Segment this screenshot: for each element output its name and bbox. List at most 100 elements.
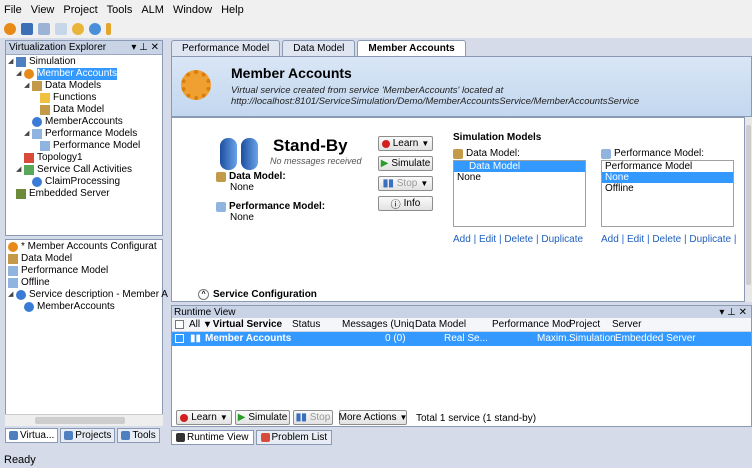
learn-button[interactable]: Learn ▼ xyxy=(378,136,433,151)
tab-performance-model[interactable]: Performance Model xyxy=(171,40,281,56)
config-item[interactable]: * Member Accounts Configurat xyxy=(21,241,157,253)
tree-performance-models[interactable]: Performance Models xyxy=(45,128,137,140)
simulate-label: Simulate xyxy=(391,158,431,169)
data-model-icon xyxy=(216,171,226,182)
tree-data-model[interactable]: Data Model xyxy=(53,104,104,116)
pane-controls[interactable]: ▾ ⊥ ✕ xyxy=(719,307,747,318)
menu-project[interactable]: Project xyxy=(63,4,97,16)
runtime-simulate-button[interactable]: ▶ Simulate xyxy=(235,410,290,425)
config-item[interactable]: Performance Model xyxy=(21,265,108,277)
status-text: Ready xyxy=(4,454,36,466)
simulate-button[interactable]: ▶ Simulate xyxy=(378,156,433,171)
list-item[interactable]: None xyxy=(602,172,733,183)
tab-tools[interactable]: Tools xyxy=(117,428,160,443)
list-item[interactable]: None xyxy=(454,172,585,183)
tree-embedded-server[interactable]: Embedded Server xyxy=(29,188,110,200)
vertical-scrollbar[interactable] xyxy=(745,117,752,302)
topology-icon xyxy=(24,153,34,163)
menu-tools[interactable]: Tools xyxy=(107,4,133,16)
menu-alm[interactable]: ALM xyxy=(141,4,164,16)
chevron-down-icon: ▼ xyxy=(421,139,430,148)
tree-member-accounts[interactable]: Member Accounts xyxy=(37,68,118,80)
stop-label: Stop xyxy=(309,412,331,423)
tab-runtime-view[interactable]: Runtime View xyxy=(171,430,254,445)
tree-simulation[interactable]: Simulation xyxy=(29,56,76,68)
config-item[interactable]: Data Model xyxy=(21,253,72,265)
gear-icon[interactable] xyxy=(4,22,16,35)
col-project[interactable]: Project xyxy=(569,319,600,330)
tab-problem-list[interactable]: Problem List xyxy=(255,430,333,445)
runtime-view: Runtime View ▾ ⊥ ✕ All ▾ Virtual Service … xyxy=(171,305,752,427)
runtime-learn-button[interactable]: Learn ▼ xyxy=(176,410,232,425)
more-actions-button[interactable]: More Actions ▼ xyxy=(339,410,407,425)
info-button[interactable]: ⓘ Info xyxy=(378,196,433,211)
save-all-icon[interactable] xyxy=(55,22,67,35)
data-model-icon xyxy=(32,81,42,91)
list-item[interactable]: Performance Model xyxy=(602,161,733,172)
config-item[interactable]: MemberAccounts xyxy=(37,301,115,313)
menu-file[interactable]: File xyxy=(4,4,22,16)
tab-virtualization[interactable]: Virtua... xyxy=(5,428,59,443)
tree-data-models[interactable]: Data Models xyxy=(45,80,101,92)
menu-bar: File View Project Tools ALM Window Help xyxy=(0,0,752,19)
performance-model-list[interactable]: Performance Model None Offline xyxy=(601,160,734,227)
config-item[interactable]: Offline xyxy=(21,277,50,289)
col-data-model[interactable]: Data Model xyxy=(415,319,466,330)
runtime-stop-button[interactable]: ▮▮ Stop xyxy=(293,410,333,425)
table-row[interactable]: ▮▮ Member Accounts 0 (0) Real Se... Maxi… xyxy=(172,332,751,346)
tree-claimprocessing[interactable]: ClaimProcessing xyxy=(45,176,120,188)
pause-icon: ▮▮ xyxy=(295,412,307,423)
tab-label: Problem List xyxy=(271,432,328,443)
service-content: Stand-By No messages received Data Model… xyxy=(171,117,745,302)
save-icon[interactable] xyxy=(38,22,50,35)
folder-icon xyxy=(16,57,26,67)
tree-service-call-activities[interactable]: Service Call Activities xyxy=(37,164,132,176)
learn-label: Learn xyxy=(392,138,419,149)
new-icon[interactable] xyxy=(21,22,33,35)
col-status[interactable]: Status xyxy=(292,319,320,330)
tab-member-accounts[interactable]: Member Accounts xyxy=(357,40,466,56)
configuration-tree: * Member Accounts Configurat Data Model … xyxy=(5,239,168,426)
deploy-icon[interactable] xyxy=(89,22,101,35)
list-item[interactable]: Offline xyxy=(602,183,733,194)
row-checkbox[interactable] xyxy=(175,334,184,343)
pane-controls[interactable]: ▾ ⊥ ✕ xyxy=(131,42,159,53)
refresh-icon[interactable] xyxy=(72,22,84,35)
select-all-checkbox[interactable] xyxy=(175,320,184,329)
tree-performance-model[interactable]: Performance Model xyxy=(53,140,140,152)
service-configuration-toggle[interactable]: ^ Service Configuration xyxy=(198,289,317,300)
performance-model-label: Performance Model: xyxy=(229,201,326,212)
tab-label: Runtime View xyxy=(187,432,249,443)
bulb-icon[interactable] xyxy=(106,22,111,35)
horizontal-scrollbar[interactable] xyxy=(5,414,163,426)
tree-functions[interactable]: Functions xyxy=(53,92,96,104)
menu-help[interactable]: Help xyxy=(221,4,244,16)
menu-view[interactable]: View xyxy=(31,4,55,16)
data-model-value: None xyxy=(230,182,254,193)
data-model-actions[interactable]: Add | Edit | Delete | Duplicate xyxy=(453,234,583,245)
col-performance-model[interactable]: Performance Mod xyxy=(492,319,571,330)
data-model-list[interactable]: Data Model None xyxy=(453,160,586,227)
data-model-icon xyxy=(8,254,18,264)
tree-topology[interactable]: Topology1 xyxy=(37,152,83,164)
tab-data-model[interactable]: Data Model xyxy=(282,40,356,56)
service-title: Member Accounts xyxy=(231,65,352,81)
collapse-icon: ^ xyxy=(198,289,209,300)
config-item[interactable]: Service description - Member A xyxy=(29,289,168,301)
menu-window[interactable]: Window xyxy=(173,4,212,16)
tools-icon xyxy=(121,431,131,440)
tree-memberaccounts[interactable]: MemberAccounts xyxy=(45,116,123,128)
stop-button[interactable]: ▮▮ Stop ▼ xyxy=(378,176,433,191)
row-server: Embedded Server xyxy=(615,333,696,344)
runtime-icon xyxy=(176,433,185,442)
stand-by-icon xyxy=(220,138,260,170)
col-virtual-service[interactable]: ▾ Virtual Service xyxy=(205,319,282,330)
col-messages[interactable]: Messages (Uniq xyxy=(342,319,414,330)
list-item[interactable]: Data Model xyxy=(454,161,585,172)
tab-projects[interactable]: Projects xyxy=(60,428,116,443)
performance-model-actions[interactable]: Add | Edit | Delete | Duplicate | xyxy=(601,234,736,245)
col-all[interactable]: All xyxy=(189,319,200,330)
document-tabs: Performance Model Data Model Member Acco… xyxy=(171,40,752,56)
col-server[interactable]: Server xyxy=(612,319,641,330)
toolbar xyxy=(0,19,752,38)
